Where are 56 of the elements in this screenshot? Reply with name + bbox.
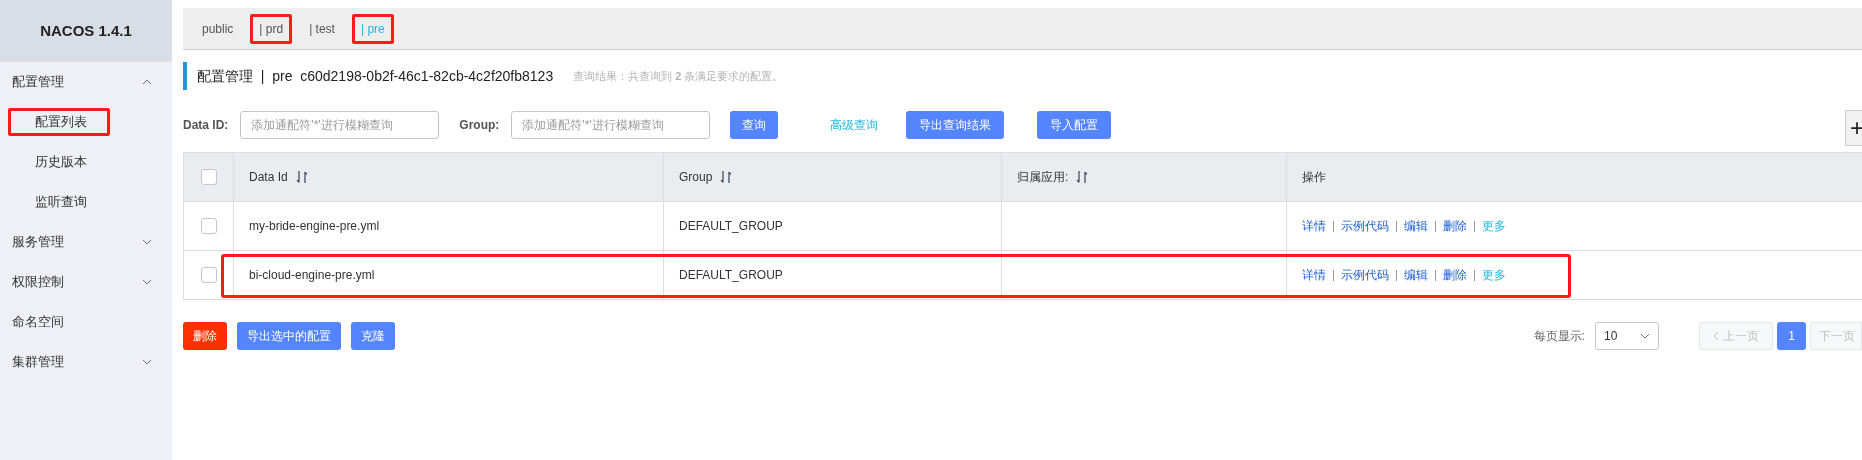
column-header: 操作 (1302, 169, 1326, 186)
search-field[interactable]: 添加通配符'*'进行模糊查询 (240, 111, 440, 139)
sidebar-subitem[interactable]: 监听查询 (8, 188, 110, 216)
sidebar-subitem[interactable]: 历史版本 (8, 148, 110, 176)
toolbar-button[interactable]: 导出查询结果 (906, 111, 1005, 139)
sidebar-item[interactable]: 权限控制 (0, 262, 172, 302)
field-label: Group: (459, 117, 500, 134)
sidebar-item[interactable]: 服务管理 (0, 222, 172, 262)
query-button[interactable]: 查询 (730, 111, 779, 139)
chevron-down-icon (142, 239, 152, 245)
table-cell-text: DEFAULT_GROUP (679, 267, 783, 284)
namespace-tab[interactable]: public (193, 13, 243, 44)
chevron-left-icon (1713, 331, 1719, 341)
chevron-down-icon (1640, 333, 1650, 339)
page-heading: 配置管理 | pre c60d2198-0b2f-46c1-82cb-4c2f20fb8123 (197, 66, 554, 86)
checkbox[interactable] (200, 218, 217, 234)
checkbox[interactable] (200, 267, 217, 283)
result-summary: 查询结果：共查询到 2 条满足要求的配置。 (573, 68, 784, 84)
column-header: Data Id (249, 169, 288, 186)
sidebar-item[interactable]: 集群管理 (0, 342, 172, 382)
page-size-select[interactable]: 10 (1595, 322, 1659, 350)
chevron-up-icon (142, 79, 152, 85)
action-link[interactable]: 编辑 (1404, 217, 1428, 235)
chevron-down-icon (142, 279, 152, 285)
search-field[interactable]: 添加通配符'*'进行模糊查询 (511, 111, 711, 139)
bulk-action-button[interactable]: 删除 (183, 322, 227, 350)
field-label: Data ID: (183, 117, 229, 134)
chevron-down-icon (142, 359, 152, 365)
action-link[interactable]: 删除 (1443, 217, 1467, 235)
action-link[interactable]: 详情 (1302, 217, 1326, 235)
sort-icon[interactable] (295, 170, 308, 184)
page-button[interactable]: 1 (1777, 322, 1806, 350)
sidebar-item[interactable]: 配置管理 (0, 62, 172, 102)
toolbar-button[interactable]: 导入配置 (1037, 111, 1112, 139)
action-link[interactable]: 示例代码 (1341, 217, 1389, 235)
namespace-tab[interactable]: | prd (250, 13, 293, 44)
action-link[interactable]: 详情 (1302, 266, 1326, 284)
sidebar-subitem[interactable]: 配置列表 (8, 108, 110, 136)
action-link[interactable]: 示例代码 (1341, 266, 1389, 284)
app-title: NACOS 1.4.1 (40, 20, 132, 41)
namespace-tab[interactable]: | test (300, 13, 344, 44)
table-cell-text: DEFAULT_GROUP (679, 218, 783, 235)
bulk-action-button[interactable]: 导出选中的配置 (237, 322, 341, 350)
table-cell-text: my-bride-engine-pre.yml (249, 218, 380, 235)
table-cell-text: bi-cloud-engine-pre.yml (249, 267, 375, 284)
page-size-label: 每页显示: (1533, 328, 1585, 345)
checkbox[interactable] (200, 169, 217, 185)
sort-icon[interactable] (1076, 170, 1089, 184)
action-link[interactable]: 编辑 (1404, 266, 1428, 284)
bulk-action-button[interactable]: 克隆 (351, 322, 395, 350)
add-button[interactable]: + (1845, 110, 1862, 146)
sidebar-item[interactable]: 命名空间 (0, 302, 172, 342)
action-link[interactable]: 删除 (1443, 266, 1467, 284)
column-header: 归属应用: (1017, 169, 1069, 186)
column-header: Group (679, 169, 713, 186)
sort-icon[interactable] (720, 170, 733, 184)
